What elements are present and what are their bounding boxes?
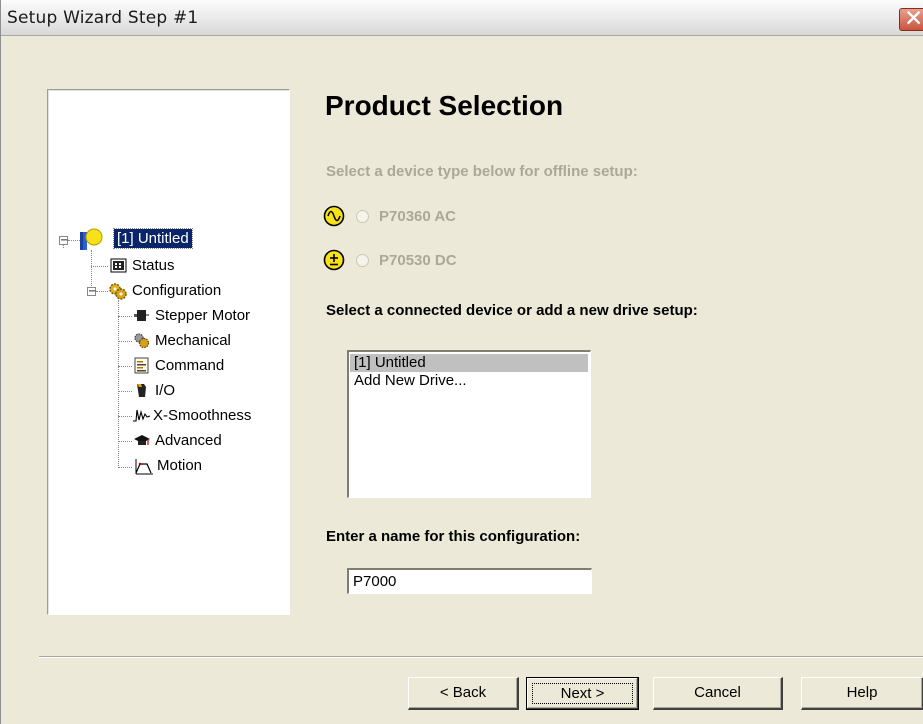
next-button-label: Next > bbox=[560, 684, 605, 702]
offline-setup-prompt: Select a device type below for offline s… bbox=[326, 163, 638, 180]
tree-item-configuration[interactable]: Configuration bbox=[108, 279, 278, 303]
tree-line bbox=[118, 416, 132, 417]
tree-line bbox=[118, 341, 132, 342]
tree-line bbox=[91, 266, 108, 267]
back-button[interactable]: < Back bbox=[408, 677, 519, 710]
cancel-button-label: Cancel bbox=[694, 684, 741, 701]
graduation-cap-icon bbox=[134, 435, 150, 445]
tree-item-untitled[interactable]: [1] Untitled bbox=[78, 227, 278, 251]
setup-wizard-window: Setup Wizard Step #1 ✕ − [1] Untitled St… bbox=[0, 0, 923, 724]
gears-icon bbox=[109, 283, 127, 300]
motor-icon bbox=[134, 310, 149, 321]
window-title: Setup Wizard Step #1 bbox=[7, 8, 199, 28]
tree-item-label: Motion bbox=[157, 457, 203, 474]
tree-item-label: Configuration bbox=[132, 282, 222, 299]
tree-item-label: Command bbox=[155, 357, 225, 374]
radio-button-ac[interactable] bbox=[356, 210, 369, 223]
divider bbox=[39, 656, 923, 658]
device-listbox[interactable]: [1] Untitled Add New Drive... bbox=[347, 350, 591, 498]
list-item[interactable]: Add New Drive... bbox=[350, 372, 588, 390]
motion-icon bbox=[135, 459, 153, 475]
tree-item-label: [1] Untitled bbox=[113, 228, 193, 249]
dc-plusminus-icon bbox=[323, 249, 345, 271]
ac-sine-icon bbox=[323, 205, 345, 227]
help-button[interactable]: Help bbox=[801, 677, 923, 710]
back-button-label: < Back bbox=[439, 684, 487, 701]
tree-line bbox=[96, 291, 108, 292]
tree-line bbox=[118, 300, 119, 468]
configuration-name-prompt: Enter a name for this configuration: bbox=[326, 528, 581, 545]
device-icon bbox=[80, 228, 103, 250]
tree-item-x-smoothness[interactable]: X-Smoothness bbox=[133, 404, 293, 428]
smoothness-icon bbox=[133, 409, 150, 422]
tree-item-label: Status bbox=[132, 257, 175, 274]
tree-line bbox=[118, 441, 132, 442]
tree-line bbox=[118, 391, 132, 392]
next-button[interactable]: Next > bbox=[526, 677, 639, 710]
tree-item-motion[interactable]: Motion bbox=[133, 454, 288, 478]
tree-item-label: X-Smoothness bbox=[153, 407, 252, 424]
mechanical-icon bbox=[134, 333, 150, 349]
help-button-label: Help bbox=[846, 684, 878, 701]
command-icon bbox=[134, 357, 149, 374]
tree-item-io[interactable]: I/O bbox=[133, 379, 288, 403]
configuration-name-input[interactable] bbox=[347, 568, 592, 594]
connected-device-prompt: Select a connected device or add a new d… bbox=[326, 302, 698, 319]
status-icon bbox=[110, 258, 127, 273]
tree-item-label: Stepper Motor bbox=[155, 307, 251, 324]
tree-line bbox=[118, 467, 132, 468]
radio-label: P70530 DC bbox=[379, 252, 457, 269]
tree-item-label: Advanced bbox=[155, 432, 222, 449]
configuration-tree[interactable]: − [1] Untitled Status − Configuration St… bbox=[47, 89, 290, 615]
device-type-option-ac[interactable]: P70360 AC bbox=[323, 205, 563, 231]
title-bar: Setup Wizard Step #1 ✕ bbox=[1, 0, 923, 36]
tree-line bbox=[118, 366, 132, 367]
list-item[interactable]: [1] Untitled bbox=[350, 354, 588, 372]
tree-item-stepper-motor[interactable]: Stepper Motor bbox=[133, 304, 288, 328]
radio-button-dc[interactable] bbox=[356, 254, 369, 267]
page-title: Product Selection bbox=[325, 90, 564, 121]
collapse-configuration-icon[interactable]: − bbox=[87, 287, 96, 297]
close-button[interactable]: ✕ bbox=[899, 6, 923, 32]
tree-item-mechanical[interactable]: Mechanical bbox=[133, 329, 288, 353]
tree-item-status[interactable]: Status bbox=[110, 254, 270, 278]
collapse-root-icon[interactable]: − bbox=[59, 236, 68, 246]
device-type-option-dc[interactable]: P70530 DC bbox=[323, 249, 563, 275]
tree-line bbox=[118, 316, 132, 317]
tree-item-label: Mechanical bbox=[155, 332, 231, 349]
tree-item-command[interactable]: Command bbox=[133, 354, 288, 378]
tree-item-label: I/O bbox=[155, 382, 176, 399]
radio-label: P70360 AC bbox=[379, 208, 456, 225]
close-icon: ✕ bbox=[904, 6, 923, 32]
io-icon bbox=[137, 384, 146, 397]
tree-item-advanced[interactable]: Advanced bbox=[133, 429, 288, 453]
cancel-button[interactable]: Cancel bbox=[653, 677, 783, 710]
